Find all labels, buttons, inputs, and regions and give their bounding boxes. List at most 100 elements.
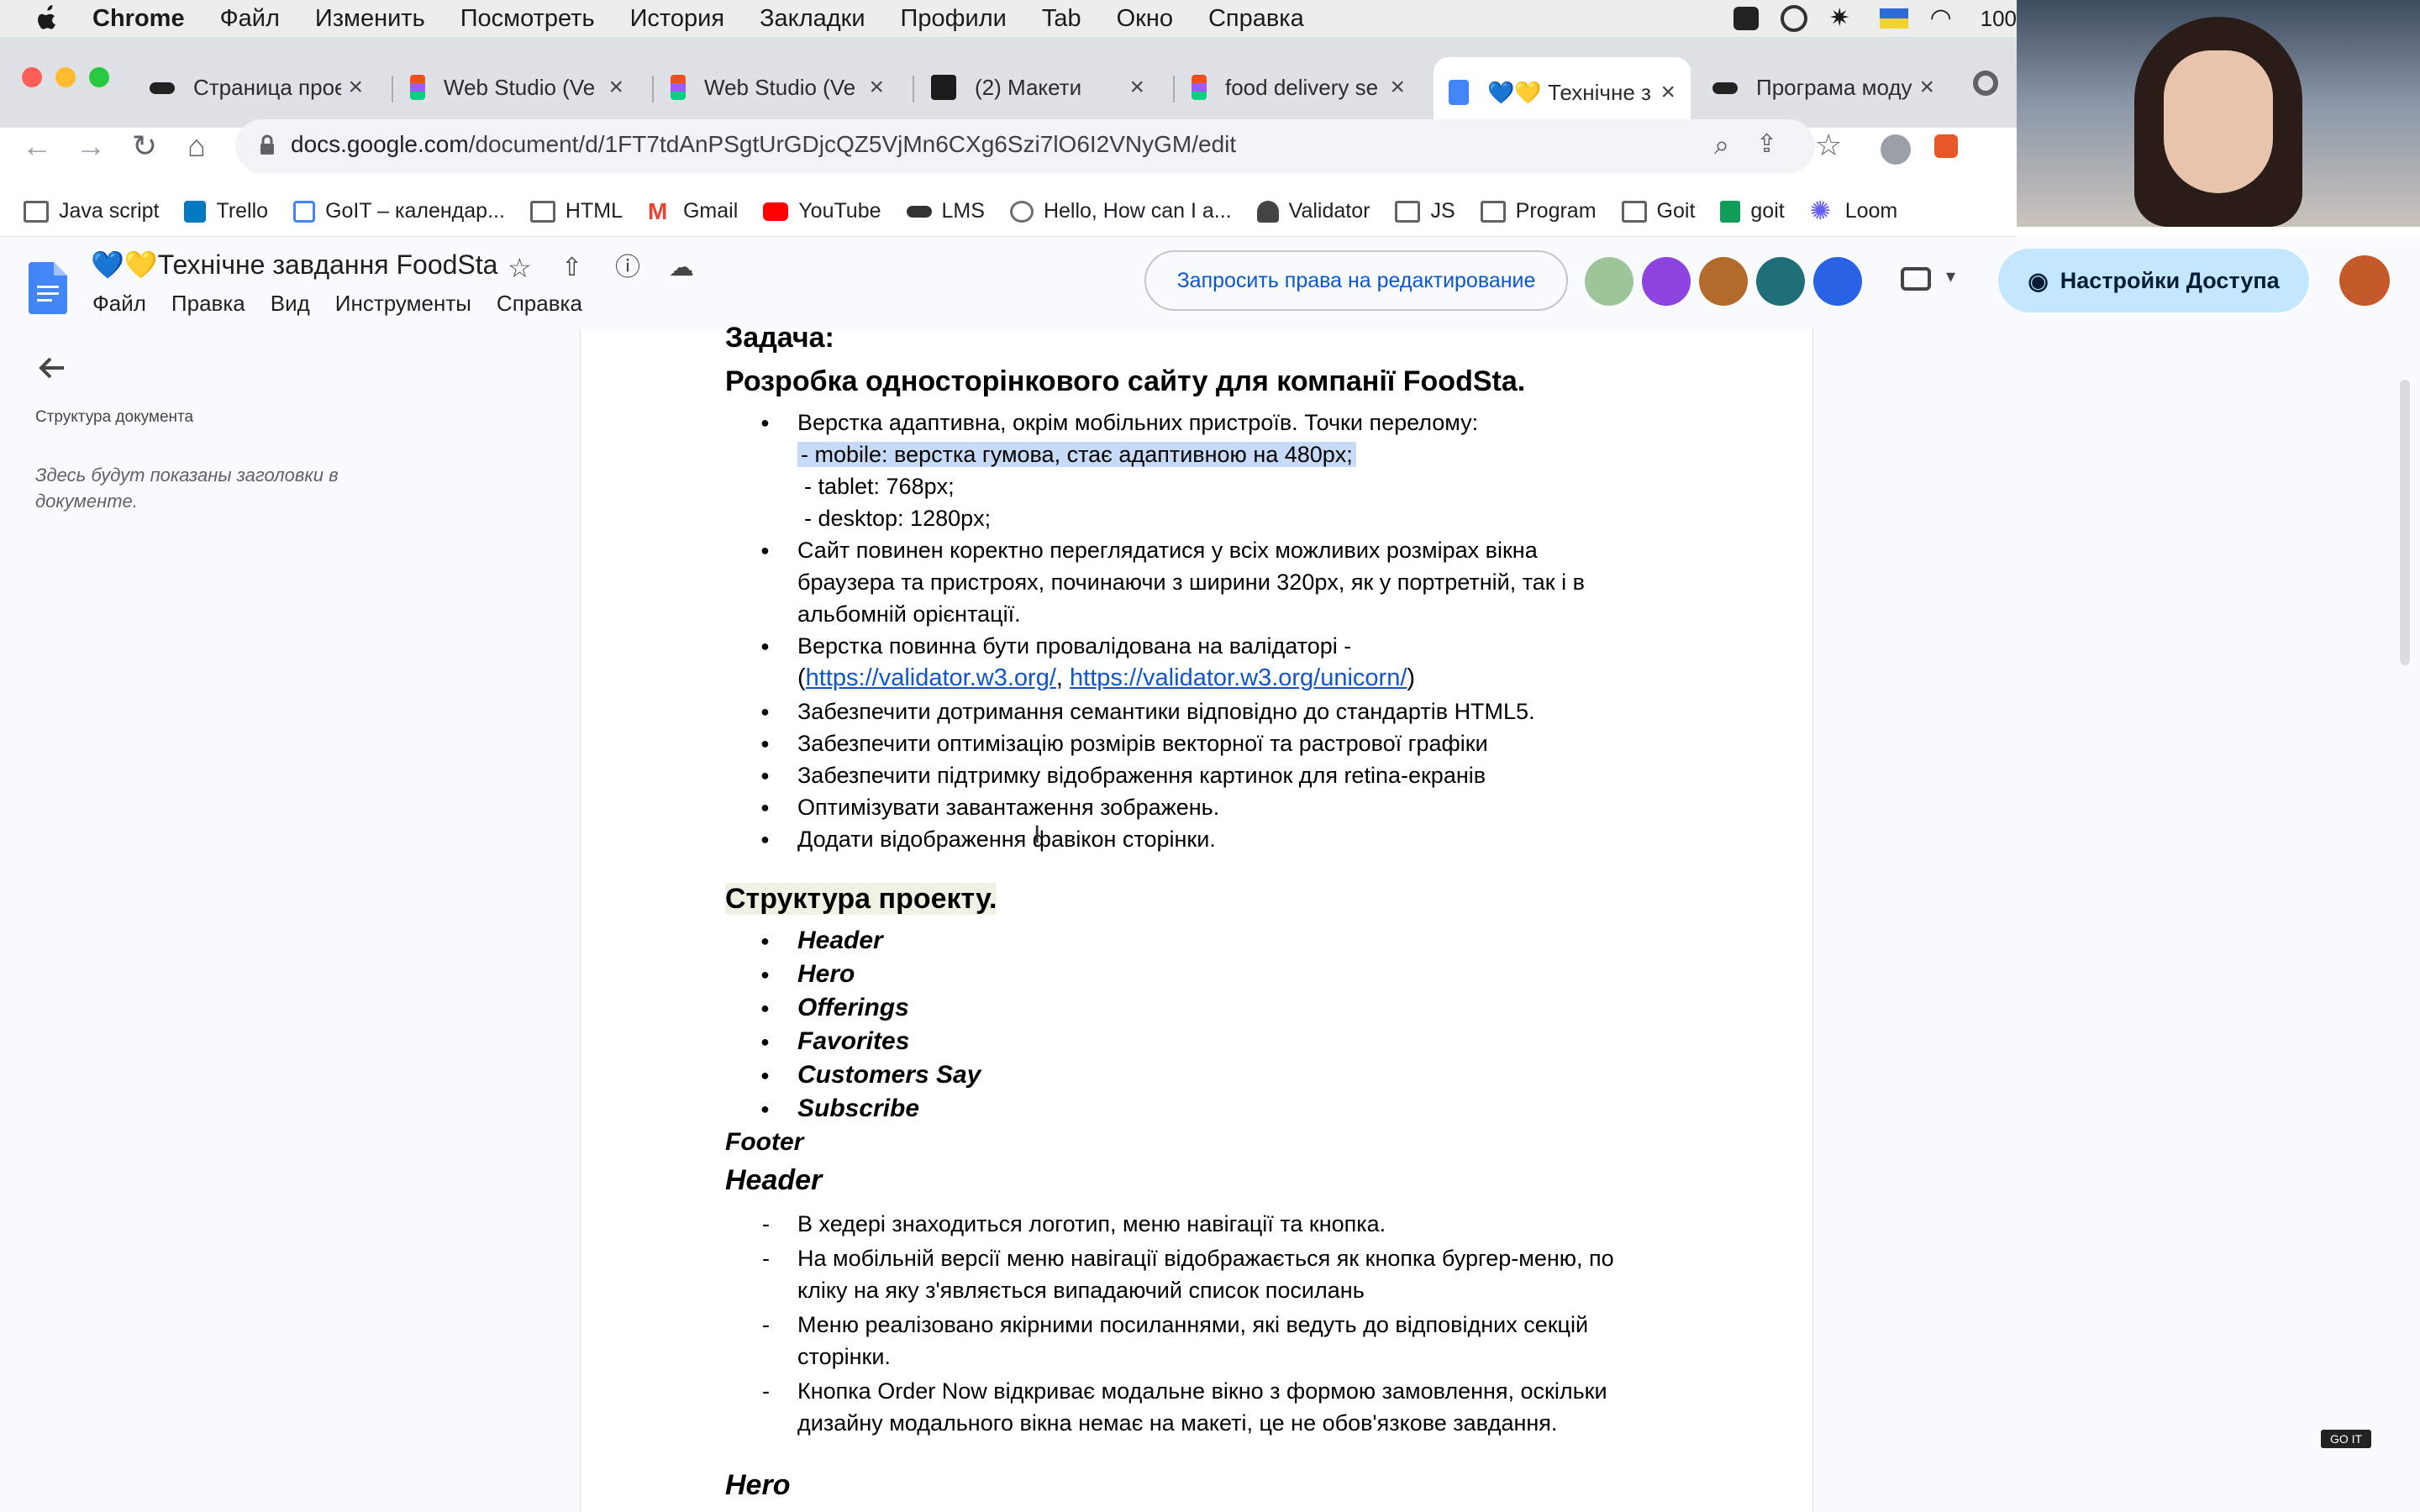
menu-tab[interactable]: Tab xyxy=(1042,5,1081,33)
home-button[interactable]: ⌂ xyxy=(176,126,217,166)
bookmark-gmail[interactable]: M Gmail xyxy=(648,199,738,223)
bookmark-loom[interactable]: ✺ Loom xyxy=(1810,198,1898,223)
bookmark-goit-calendar[interactable]: GoIT – календар... xyxy=(293,199,505,223)
bookmark-java-script[interactable]: Java script xyxy=(24,199,159,223)
document-body[interactable]: Задача: Розробка односторінкового сайту … xyxy=(725,316,1733,1506)
tab-maketi[interactable]: (2) Макети × xyxy=(916,57,1160,118)
menu-history[interactable]: История xyxy=(630,5,724,33)
list-item: Кнопка Order Now відкриває модальне вікн… xyxy=(725,1375,1733,1439)
zoom-icon[interactable]: ⌕ xyxy=(1714,129,1729,161)
cloud-status-icon[interactable]: ☁ xyxy=(669,254,697,282)
document-details-icon[interactable]: ⓘ xyxy=(615,254,644,282)
bookmark-program[interactable]: Program xyxy=(1480,199,1597,223)
tab-programa[interactable]: Програма моду × xyxy=(1697,57,1949,118)
notification-icon[interactable] xyxy=(1733,7,1759,30)
bookmark-star-icon[interactable]: ☆ xyxy=(1815,128,1842,163)
folder-icon xyxy=(1395,200,1421,223)
tab-tekhnichne-active[interactable]: 💙💛 Технічне з × xyxy=(1434,57,1691,128)
docs-menu-help[interactable]: Справка xyxy=(497,291,582,317)
apple-icon[interactable] xyxy=(34,4,59,33)
docs-menu-view[interactable]: Вид xyxy=(271,291,310,317)
document-page[interactable]: Задача: Розробка односторінкового сайту … xyxy=(580,322,1813,1512)
brightness-icon[interactable]: ✷ xyxy=(1829,6,1858,31)
meet-camera-icon[interactable] xyxy=(1901,267,1931,291)
close-tab-icon[interactable]: × xyxy=(348,73,363,102)
viewer-avatar-5[interactable] xyxy=(1813,257,1862,306)
bookmark-label: HTML xyxy=(565,199,623,223)
extension-icon-2[interactable] xyxy=(1934,134,1958,158)
menu-help[interactable]: Справка xyxy=(1208,5,1304,33)
bookmark-html[interactable]: HTML xyxy=(529,199,623,223)
minimize-window-button[interactable] xyxy=(55,67,76,87)
url-text[interactable]: docs.google.com/document/d/1FT7tdAnPSgtU… xyxy=(291,131,1236,158)
tab-web-studio-2[interactable]: Web Studio (Ve × xyxy=(655,57,899,118)
close-tab-icon[interactable]: × xyxy=(1660,78,1676,107)
lock-icon[interactable] xyxy=(259,134,276,156)
creative-cloud-icon[interactable] xyxy=(1780,5,1807,32)
list-item: Забезпечити оптимізацію розмірів векторн… xyxy=(725,727,1733,759)
viewer-avatar-3[interactable] xyxy=(1699,257,1748,306)
close-tab-icon[interactable]: × xyxy=(608,73,623,102)
bookmark-trello[interactable]: Trello xyxy=(184,199,268,223)
footer-label: Footer xyxy=(725,1128,804,1156)
tab-food-delivery[interactable]: food delivery se × xyxy=(1176,57,1420,118)
menu-window[interactable]: Окно xyxy=(1117,5,1173,33)
chevron-down-icon[interactable]: ▾ xyxy=(1946,265,1955,287)
close-tab-icon[interactable]: × xyxy=(1390,73,1405,102)
back-button[interactable]: ← xyxy=(17,126,57,166)
requirement-text: альбомній орієнтації. xyxy=(797,601,1021,627)
viewer-avatar-4[interactable] xyxy=(1756,257,1805,306)
menu-edit[interactable]: Изменить xyxy=(315,5,425,33)
viewer-avatar-1[interactable] xyxy=(1585,257,1634,306)
close-tab-icon[interactable]: × xyxy=(869,73,884,102)
reload-button[interactable]: ↻ xyxy=(124,126,165,166)
section-item-customers-say: Customers Say xyxy=(725,1058,1733,1092)
request-edit-access-button[interactable]: Запросить права на редактирование xyxy=(1144,250,1568,311)
close-window-button[interactable] xyxy=(22,67,42,87)
share-settings-button[interactable]: ◉ Настройки Доступа xyxy=(1998,249,2309,312)
validator-link[interactable]: https://validator.w3.org/ xyxy=(806,664,1056,691)
tab-goit-page[interactable]: Страница прое × xyxy=(134,57,378,118)
user-avatar[interactable] xyxy=(2339,255,2390,306)
star-icon[interactable]: ☆ xyxy=(508,254,536,282)
bookmark-validator[interactable]: Validator xyxy=(1256,199,1370,223)
docs-menu-file[interactable]: Файл xyxy=(92,291,146,317)
forward-button[interactable]: → xyxy=(71,126,111,166)
bookmark-hello[interactable]: Hello, How can I a... xyxy=(1009,199,1232,223)
move-to-drive-icon[interactable]: ⇧ xyxy=(561,254,590,282)
bookmark-lms[interactable]: LMS xyxy=(906,199,985,223)
docs-canvas: Структура документа Здесь будут показаны… xyxy=(0,322,2420,1512)
menu-file[interactable]: Файл xyxy=(220,5,280,33)
docs-menu-edit[interactable]: Правка xyxy=(171,291,245,317)
scrollbar[interactable] xyxy=(2400,380,2410,665)
tab-web-studio-1[interactable]: Web Studio (Ve × xyxy=(395,57,639,118)
selected-text[interactable]: - mobile: верстка гумова, стає адаптивно… xyxy=(797,442,1356,467)
bookmark-goit-sheet[interactable]: goit xyxy=(1720,199,1785,223)
maximize-window-button[interactable] xyxy=(89,67,109,87)
unicorn-link[interactable]: https://validator.w3.org/unicorn/ xyxy=(1070,664,1407,691)
document-title[interactable]: 💙💛Технічне завдання FoodSta xyxy=(91,249,497,281)
wifi-icon[interactable]: ◠ xyxy=(1930,6,1959,31)
bookmark-youtube[interactable]: YouTube xyxy=(763,199,881,223)
ukraine-flag-icon[interactable] xyxy=(1879,8,1908,29)
menu-bookmarks[interactable]: Закладки xyxy=(760,5,865,33)
viewer-avatar-2[interactable] xyxy=(1642,257,1691,306)
title-actions: ☆ ⇧ ⓘ ☁ xyxy=(508,254,697,282)
structure-heading: Структура проекту. xyxy=(725,879,1733,919)
menu-app-chrome[interactable]: Chrome xyxy=(92,5,185,33)
bookmark-goit-folder[interactable]: Goit xyxy=(1621,199,1695,223)
address-bar[interactable]: docs.google.com/document/d/1FT7tdAnPSgtU… xyxy=(235,119,1815,173)
close-tab-icon[interactable]: × xyxy=(1129,73,1144,102)
chrome-icon[interactable] xyxy=(1973,71,1998,96)
extension-icon[interactable] xyxy=(1881,134,1911,165)
share-page-icon[interactable]: ⇪ xyxy=(1756,129,1777,159)
figma-icon xyxy=(410,75,425,100)
google-docs-logo-icon[interactable] xyxy=(29,262,67,314)
menu-profiles[interactable]: Профили xyxy=(901,5,1007,33)
arrow-left-icon[interactable] xyxy=(35,351,69,385)
docs-menu-tools[interactable]: Инструменты xyxy=(335,291,471,317)
bookmark-label: Validator xyxy=(1288,199,1370,223)
menu-view[interactable]: Посмотреть xyxy=(460,5,595,33)
bookmark-js[interactable]: JS xyxy=(1395,199,1455,223)
close-tab-icon[interactable]: × xyxy=(1919,73,1934,102)
